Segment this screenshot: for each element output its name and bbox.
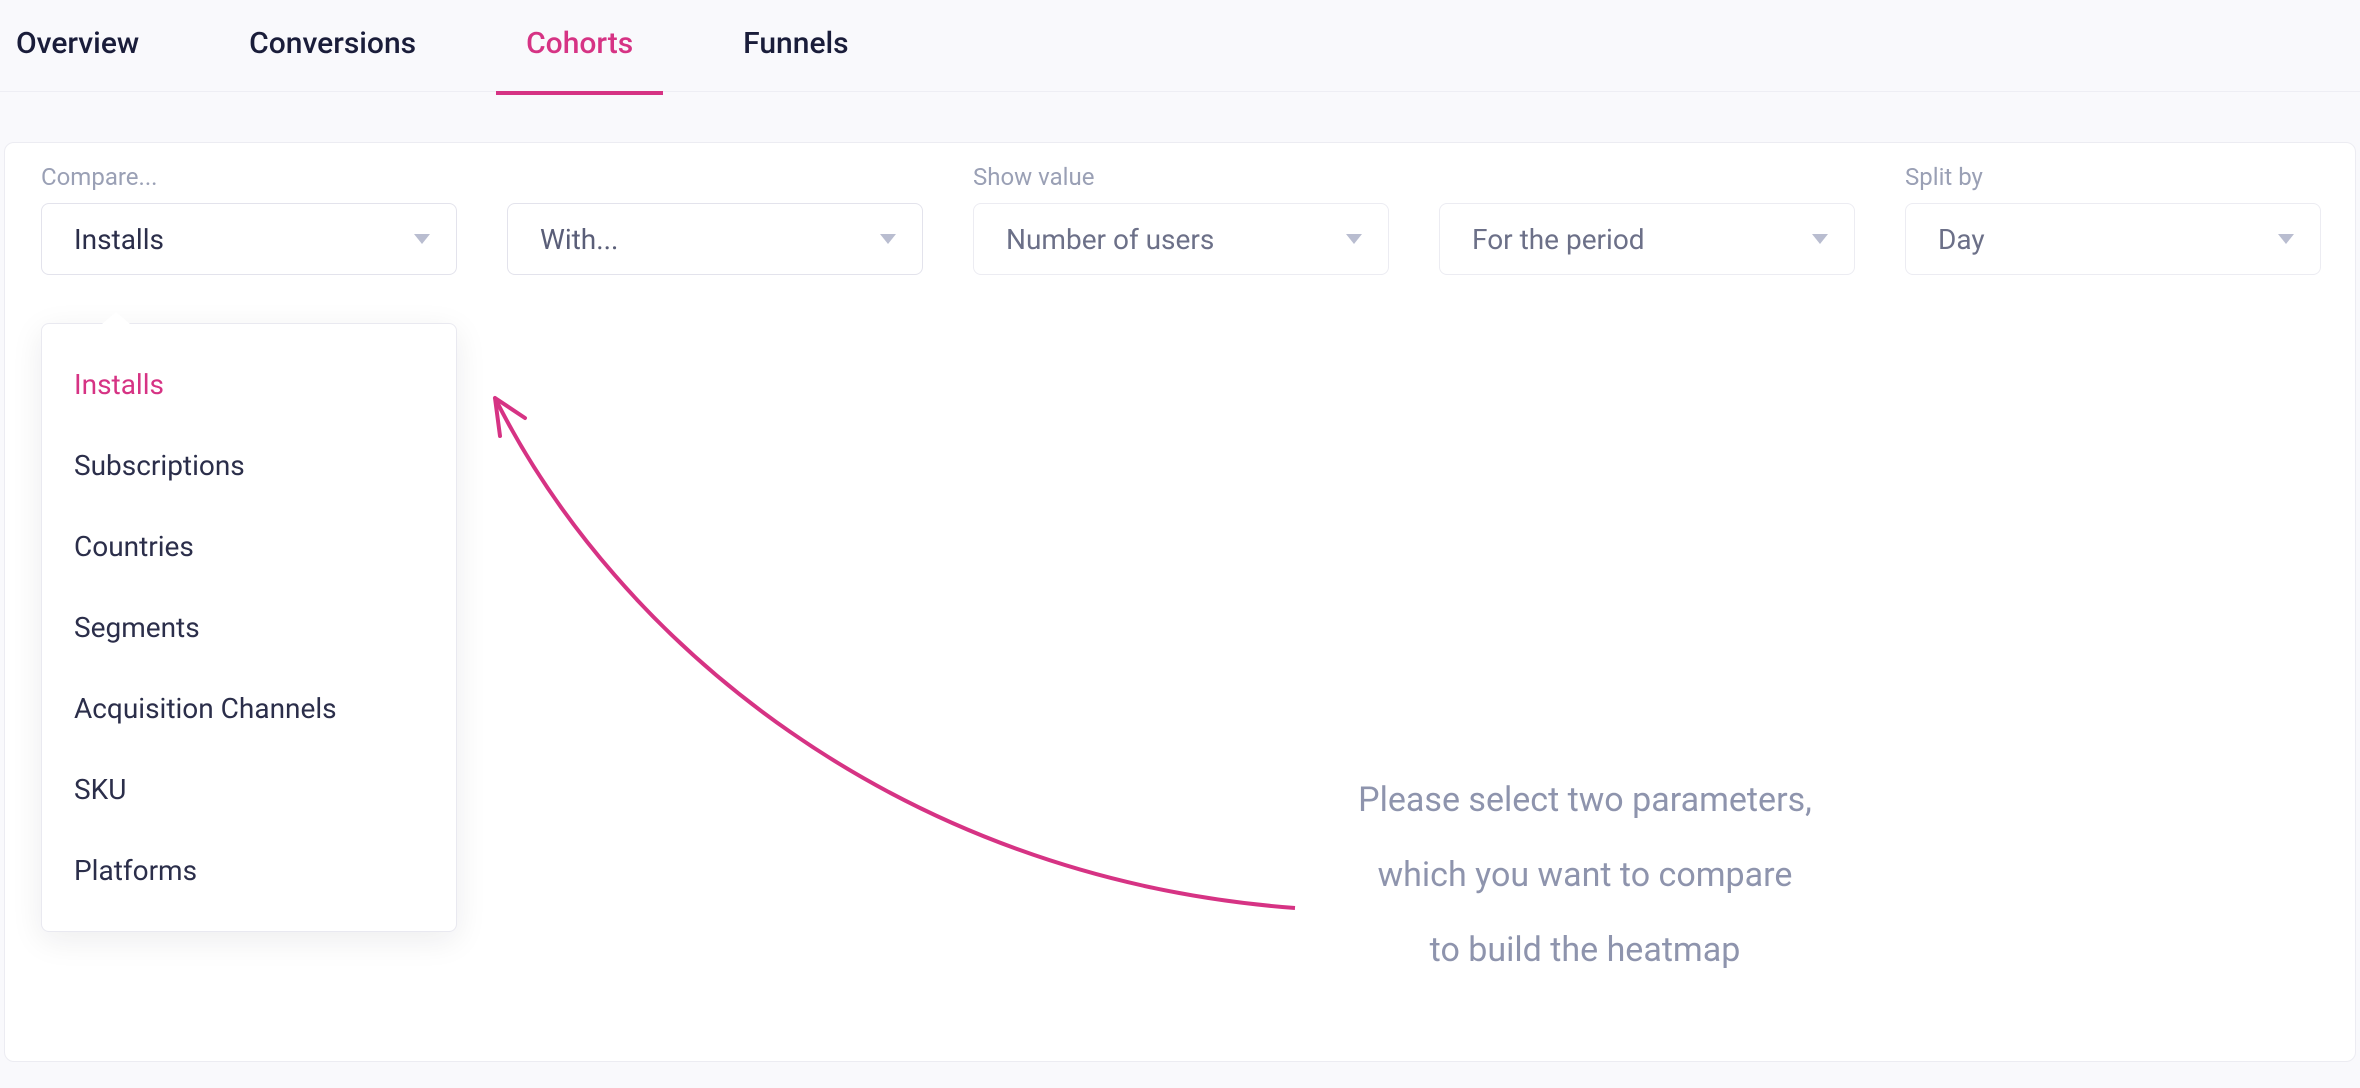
period-select[interactable]: For the period xyxy=(1439,203,1855,275)
compare-select-value: Installs xyxy=(74,223,164,256)
tab-overview[interactable]: Overview xyxy=(16,26,139,65)
filter-with: With... xyxy=(507,163,923,275)
compare-select[interactable]: Installs xyxy=(41,203,457,275)
show-value-select[interactable]: Number of users xyxy=(973,203,1389,275)
with-select[interactable]: With... xyxy=(507,203,923,275)
tab-conversions[interactable]: Conversions xyxy=(249,26,416,65)
show-value-label: Show value xyxy=(973,163,1389,191)
tabs-nav: Overview Conversions Cohorts Funnels xyxy=(0,0,2360,92)
split-by-select[interactable]: Day xyxy=(1905,203,2321,275)
filter-compare: Compare... Installs xyxy=(41,163,457,275)
compare-option-installs[interactable]: Installs xyxy=(42,344,456,425)
chevron-down-icon xyxy=(414,234,430,244)
tab-cohorts[interactable]: Cohorts xyxy=(526,26,633,65)
filter-row: Compare... Installs With... Show value N… xyxy=(41,163,2319,275)
hint-line1: Please select two parameters, xyxy=(1305,763,1865,838)
hint-line2: which you want to compare xyxy=(1305,838,1865,913)
chevron-down-icon xyxy=(2278,234,2294,244)
show-value-select-value: Number of users xyxy=(1006,223,1214,256)
compare-label: Compare... xyxy=(41,163,457,191)
annotation-arrow-icon xyxy=(475,378,1315,948)
period-label-spacer xyxy=(1439,163,1855,191)
filter-period: For the period xyxy=(1439,163,1855,275)
compare-option-countries[interactable]: Countries xyxy=(42,506,456,587)
empty-state-hint: Please select two parameters, which you … xyxy=(1305,763,1865,987)
cohorts-panel: Compare... Installs With... Show value N… xyxy=(4,142,2356,1062)
with-select-placeholder: With... xyxy=(540,223,618,256)
compare-option-segments[interactable]: Segments xyxy=(42,587,456,668)
filter-show-value: Show value Number of users xyxy=(973,163,1389,275)
filter-split-by: Split by Day xyxy=(1905,163,2321,275)
compare-option-sku[interactable]: SKU xyxy=(42,749,456,830)
split-by-select-value: Day xyxy=(1938,223,1985,256)
compare-option-acquisition-channels[interactable]: Acquisition Channels xyxy=(42,668,456,749)
with-label-spacer xyxy=(507,163,923,191)
period-select-value: For the period xyxy=(1472,223,1645,256)
split-by-label: Split by xyxy=(1905,163,2321,191)
compare-dropdown: Installs Subscriptions Countries Segment… xyxy=(41,323,457,932)
chevron-down-icon xyxy=(1812,234,1828,244)
compare-option-subscriptions[interactable]: Subscriptions xyxy=(42,425,456,506)
chevron-down-icon xyxy=(1346,234,1362,244)
chevron-down-icon xyxy=(880,234,896,244)
compare-option-platforms[interactable]: Platforms xyxy=(42,830,456,911)
tab-funnels[interactable]: Funnels xyxy=(743,26,848,65)
hint-line3: to build the heatmap xyxy=(1305,913,1865,988)
